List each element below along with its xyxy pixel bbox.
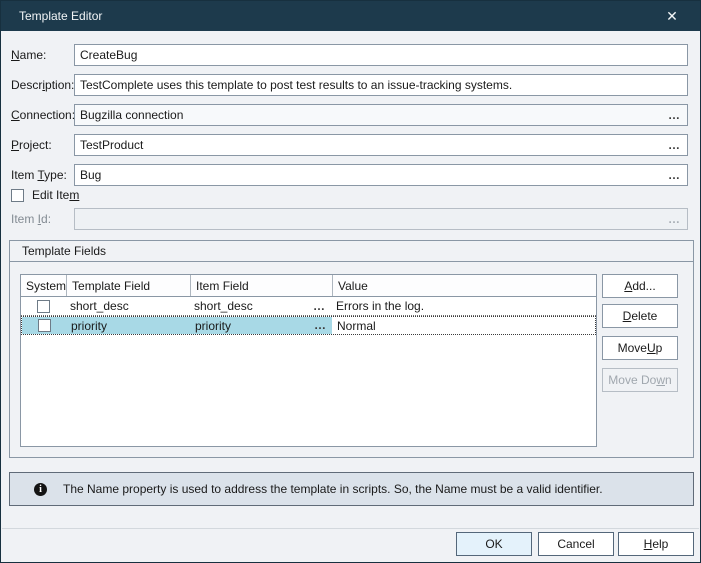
item-field-text: short_desc [194, 299, 253, 313]
description-input[interactable]: TestComplete uses this template to post … [74, 74, 688, 96]
item-type-ellipsis-button[interactable]: … [668, 170, 681, 180]
help-button[interactable]: Help [618, 532, 694, 556]
item-field-text: priority [195, 319, 231, 333]
close-icon[interactable]: ✕ [656, 1, 688, 31]
info-icon: i [34, 483, 47, 496]
template-field-cell[interactable]: short_desc [65, 297, 189, 315]
table-header-row: System Template Field Item Field Value [21, 275, 596, 297]
info-text: The Name property is used to address the… [63, 482, 603, 496]
window-title: Template Editor [1, 9, 102, 23]
name-row: Name: CreateBug [11, 44, 688, 66]
item-id-ellipsis-button: … [668, 214, 681, 224]
footer-separator [2, 528, 699, 529]
info-bar: i The Name property is used to address t… [9, 472, 694, 506]
connection-label: Connection: [11, 108, 74, 122]
edit-item-checkbox[interactable] [11, 189, 24, 202]
move-down-button: Move Down [602, 368, 678, 392]
name-label: Name: [11, 48, 74, 62]
item-type-row: Item Type: Bug … [11, 164, 688, 186]
template-editor-dialog: Template Editor ✕ Name: CreateBug Descri… [0, 0, 701, 563]
template-field-cell[interactable]: priority [66, 317, 190, 334]
item-id-row: Item Id: … [11, 208, 688, 230]
add-button[interactable]: Add... [602, 274, 678, 298]
item-type-value: Bug [80, 168, 668, 182]
system-checkbox[interactable] [38, 319, 51, 332]
template-fields-table[interactable]: System Template Field Item Field Value s… [20, 274, 597, 447]
project-input[interactable]: TestProduct … [74, 134, 688, 156]
description-value: TestComplete uses this template to post … [80, 78, 681, 92]
item-id-label: Item Id: [11, 212, 74, 226]
edit-item-label[interactable]: Edit Item [32, 188, 79, 202]
titlebar: Template Editor ✕ [1, 1, 700, 31]
header-system[interactable]: System [21, 275, 67, 296]
description-row: Description: TestComplete uses this temp… [11, 74, 688, 96]
item-field-cell[interactable]: priority … [190, 317, 332, 334]
header-item-field[interactable]: Item Field [191, 275, 333, 296]
delete-button[interactable]: Delete [602, 304, 678, 328]
description-label: Description: [11, 78, 74, 92]
system-cell [22, 317, 66, 334]
move-up-button[interactable]: Move Up [602, 336, 678, 360]
edit-item-row: Edit Item [11, 188, 79, 202]
table-row-selected[interactable]: priority priority … Normal [21, 316, 596, 335]
ok-button[interactable]: OK [456, 532, 532, 556]
header-template-field[interactable]: Template Field [67, 275, 191, 296]
name-value: CreateBug [80, 48, 681, 62]
project-label: Project: [11, 138, 74, 152]
connection-input[interactable]: Bugzilla connection … [74, 104, 688, 126]
name-input[interactable]: CreateBug [74, 44, 688, 66]
system-cell [21, 297, 65, 315]
item-type-label: Item Type: [11, 168, 74, 182]
template-fields-groupbox: Template Fields System Template Field It… [9, 240, 694, 458]
item-field-ellipsis-button[interactable]: … [313, 302, 326, 311]
template-fields-caption: Template Fields [10, 241, 693, 262]
value-cell[interactable]: Normal [332, 317, 595, 334]
connection-ellipsis-button[interactable]: … [668, 110, 681, 120]
header-value[interactable]: Value [333, 275, 596, 296]
project-value: TestProduct [80, 138, 668, 152]
connection-value: Bugzilla connection [80, 108, 668, 122]
connection-row: Connection: Bugzilla connection … [11, 104, 688, 126]
project-row: Project: TestProduct … [11, 134, 688, 156]
table-row[interactable]: short_desc short_desc … Errors in the lo… [21, 297, 596, 316]
value-cell[interactable]: Errors in the log. [331, 297, 596, 315]
project-ellipsis-button[interactable]: … [668, 140, 681, 150]
item-field-ellipsis-button[interactable]: … [314, 321, 327, 330]
item-field-cell[interactable]: short_desc … [189, 297, 331, 315]
item-type-input[interactable]: Bug … [74, 164, 688, 186]
system-checkbox[interactable] [37, 300, 50, 313]
cancel-button[interactable]: Cancel [538, 532, 614, 556]
item-id-input: … [74, 208, 688, 230]
